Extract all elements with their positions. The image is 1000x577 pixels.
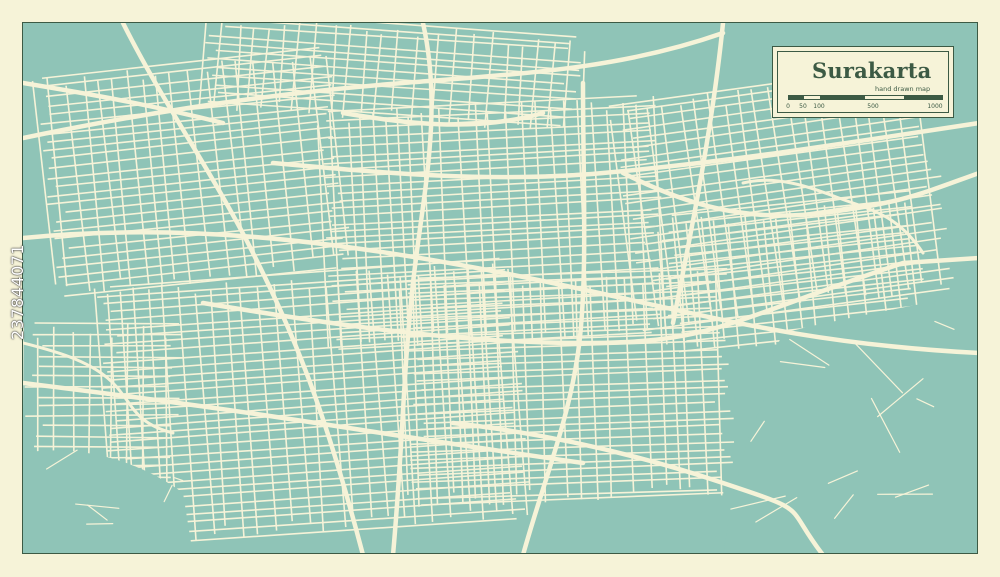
legend-frame: Surakarta hand drawn map 0 50 100 500 10… [777, 51, 949, 113]
scale-label-1000: 1000 [927, 103, 943, 110]
scale-label-50: 50 [799, 103, 807, 110]
scale-bar [788, 95, 943, 100]
minor-street [503, 44, 510, 120]
minor-street [339, 182, 650, 202]
minor-street [46, 173, 336, 206]
minor-street [416, 367, 722, 382]
minor-street [34, 322, 180, 325]
scale-segment [903, 96, 942, 99]
minor-street [38, 355, 183, 359]
street-grid-district [31, 46, 350, 297]
minor-street [36, 435, 172, 439]
map-subtitle: hand drawn map [875, 85, 931, 93]
minor-street [38, 365, 173, 369]
map-poster: Surakarta hand drawn map 0 50 100 500 10… [0, 0, 1000, 577]
minor-street [198, 23, 208, 108]
scale-label-100: 100 [813, 103, 825, 110]
scale-label-0: 0 [786, 103, 790, 110]
minor-street [46, 78, 68, 287]
minor-street [360, 30, 368, 112]
scale-label-500: 500 [867, 103, 879, 110]
scale-segment [819, 96, 866, 99]
minor-street [65, 85, 91, 292]
minor-street [110, 78, 132, 287]
minor-street [207, 23, 571, 45]
minor-street [308, 287, 325, 532]
minor-street [696, 271, 709, 495]
minor-street [448, 28, 458, 125]
minor-street [390, 29, 399, 111]
scale-segment [789, 96, 805, 99]
minor-street [55, 157, 335, 188]
map-legend: Surakarta hand drawn map 0 50 100 500 10… [772, 46, 954, 118]
scale-segment [804, 96, 820, 99]
field-track [173, 477, 184, 482]
minor-street [714, 268, 723, 496]
map-title: Surakarta [812, 58, 932, 83]
scale-segment [865, 96, 904, 99]
open-field-area [723, 293, 977, 553]
minor-street [207, 23, 577, 38]
minor-street [372, 112, 386, 341]
minor-street [25, 413, 179, 417]
minor-street [562, 40, 571, 127]
minor-street [646, 108, 675, 317]
minor-street [319, 129, 652, 149]
minor-street [31, 81, 57, 285]
minor-street [341, 24, 352, 118]
minor-street [423, 410, 731, 425]
minor-street [410, 36, 419, 123]
stock-id-watermark: 237844071 [8, 243, 27, 340]
minor-street [38, 402, 169, 407]
minor-street [47, 165, 339, 198]
